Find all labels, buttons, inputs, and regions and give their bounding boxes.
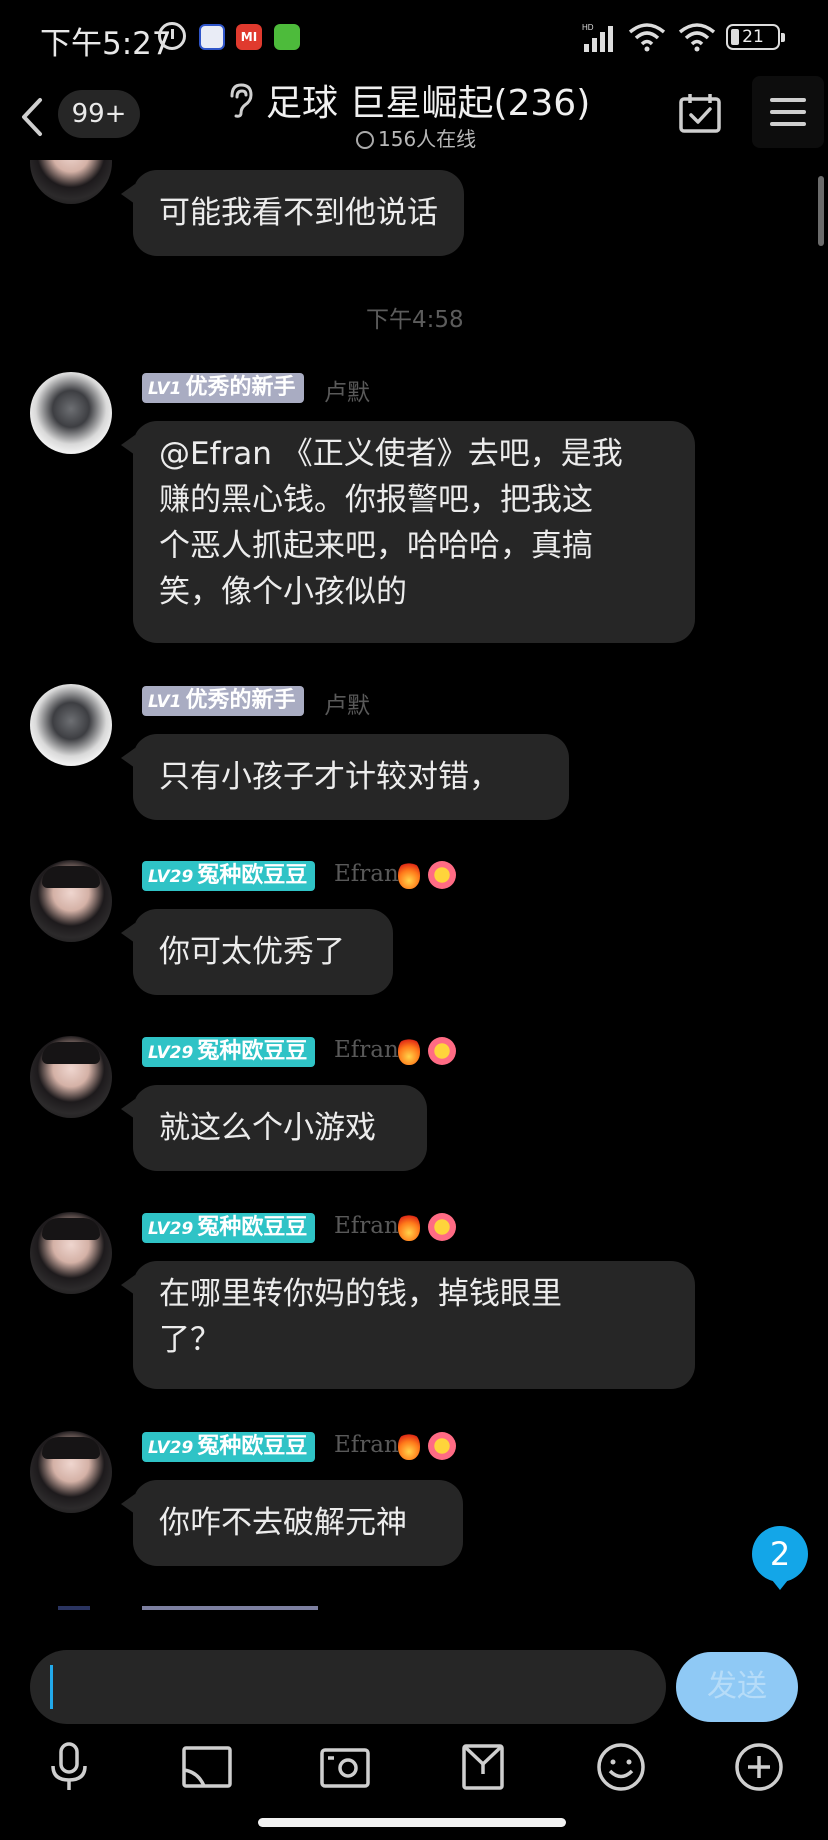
status-time: 下午5:27 xyxy=(40,26,172,62)
level-badge: LV29 冤种欧豆豆 xyxy=(142,1213,316,1243)
emoji-icon[interactable] xyxy=(594,1740,648,1794)
message-text: 你可太优秀了 xyxy=(159,934,345,970)
nickname-decorations xyxy=(398,1037,456,1067)
new-message-count-badge[interactable]: 2 xyxy=(752,1526,808,1590)
message-text: 只有小孩子才计较对错， xyxy=(159,759,500,795)
online-chevron-icon xyxy=(356,131,374,149)
message-bubble[interactable]: 你可太优秀了 xyxy=(121,909,393,995)
sender-nickname[interactable]: Efran xyxy=(334,1213,399,1239)
level-label: LV29 xyxy=(148,1438,194,1458)
message-text: 就这么个小游戏 xyxy=(159,1110,376,1146)
text-caret xyxy=(50,1665,53,1709)
level-title: 冤种欧豆豆 xyxy=(197,1434,308,1459)
sender-nickname[interactable]: 卢默 xyxy=(324,373,370,407)
level-label: LV29 xyxy=(148,867,194,887)
signal-icon: HD xyxy=(582,23,613,52)
level-badge: LV29 冤种欧豆豆 xyxy=(142,1037,316,1067)
gift-bag-icon[interactable] xyxy=(456,1740,510,1794)
level-title: 优秀的新手 xyxy=(185,688,296,713)
image-icon[interactable] xyxy=(180,1740,234,1794)
level-badge: LV29 冤种欧豆豆 xyxy=(142,861,316,891)
message-line: @Efran 《正义使者》去吧，是我 xyxy=(159,436,623,472)
nickname-decorations xyxy=(398,1432,456,1462)
message-bubble[interactable]: @Efran 《正义使者》去吧，是我 赚的黑心钱。你报警吧，把我这 个恶人抓起来… xyxy=(121,421,695,643)
next-message-avatar-peek xyxy=(58,1606,90,1610)
level-label: LV1 xyxy=(148,379,182,399)
wifi-icon xyxy=(628,23,666,52)
menu-icon[interactable] xyxy=(752,76,824,148)
unread-count-pill[interactable]: 99+ xyxy=(58,90,140,138)
flower-emoji-icon xyxy=(428,1037,456,1065)
level-label: LV1 xyxy=(148,692,182,712)
flower-emoji-icon xyxy=(428,1432,456,1460)
plus-icon[interactable] xyxy=(732,1740,786,1794)
back-arrow-icon[interactable] xyxy=(16,96,46,138)
battery-indicator: 21 xyxy=(726,24,785,50)
camera-icon[interactable] xyxy=(318,1740,372,1794)
fire-icon xyxy=(398,1037,420,1065)
microphone-icon[interactable] xyxy=(42,1740,96,1794)
status-bar: 下午5:27 MI HD 21 xyxy=(0,0,828,72)
message-text: 你咋不去破解元神 xyxy=(159,1505,407,1541)
level-badge: LV1 优秀的新手 xyxy=(142,686,304,716)
message-bubble[interactable]: 在哪里转你妈的钱，掉钱眼里 了？ xyxy=(121,1261,695,1389)
level-title: 冤种欧豆豆 xyxy=(197,1215,308,1240)
flower-emoji-icon xyxy=(428,1213,456,1241)
sender-nickname[interactable]: Efran xyxy=(334,1432,399,1458)
level-title: 冤种欧豆豆 xyxy=(197,1039,308,1064)
mi-app-icon: MI xyxy=(236,24,262,50)
ear-icon[interactable] xyxy=(224,82,254,118)
send-button[interactable]: 发送 xyxy=(676,1652,798,1722)
avatar[interactable] xyxy=(30,372,112,454)
android-app-icon xyxy=(274,24,300,50)
group-title[interactable]: 足球 巨星崛起(236) xyxy=(266,74,590,126)
avatar[interactable] xyxy=(30,684,112,766)
sender-nickname[interactable]: 卢默 xyxy=(324,686,370,720)
sender-nickname[interactable]: Efran xyxy=(334,1037,399,1063)
nickname-decorations xyxy=(398,861,456,891)
avatar[interactable] xyxy=(30,1036,112,1118)
wifi-icon-secondary xyxy=(678,23,716,52)
level-label: LV29 xyxy=(148,1219,194,1239)
app-notification-icon xyxy=(199,24,225,50)
message-bubble[interactable]: 只有小孩子才计较对错， xyxy=(121,734,569,820)
next-message-badge-peek xyxy=(142,1606,318,1610)
message-line: 赚的黑心钱。你报警吧，把我这 xyxy=(159,482,593,518)
alarm-icon xyxy=(158,22,186,50)
message-line: 在哪里转你妈的钱，掉钱眼里 xyxy=(159,1276,562,1312)
message-line: 笑，像个小孩似的 xyxy=(159,574,407,610)
message-timestamp: 下午4:58 xyxy=(366,307,464,333)
level-title: 优秀的新手 xyxy=(185,375,296,400)
fire-icon xyxy=(398,1213,420,1241)
avatar[interactable] xyxy=(30,1431,112,1513)
flower-emoji-icon xyxy=(428,861,456,889)
message-bubble[interactable]: 就这么个小游戏 xyxy=(121,1085,427,1171)
nickname-decorations xyxy=(398,1213,456,1243)
message-line: 个恶人抓起来吧，哈哈哈，真搞 xyxy=(159,528,593,564)
message-line: 了？ xyxy=(159,1322,221,1358)
fire-icon xyxy=(398,1432,420,1460)
calendar-check-icon[interactable] xyxy=(678,92,722,134)
scrollbar-thumb[interactable] xyxy=(818,176,824,246)
avatar[interactable] xyxy=(30,1212,112,1294)
composer-toolbar xyxy=(0,1730,828,1800)
online-count-label: 156人在线 xyxy=(378,127,477,151)
level-badge: LV1 优秀的新手 xyxy=(142,373,304,403)
message-bubble[interactable]: 可能我看不到他说话 xyxy=(121,170,464,256)
level-title: 冤种欧豆豆 xyxy=(197,863,308,888)
message-bubble[interactable]: 你咋不去破解元神 xyxy=(121,1480,463,1566)
sender-nickname[interactable]: Efran xyxy=(334,861,399,887)
level-badge: LV29 冤种欧豆豆 xyxy=(142,1432,316,1462)
avatar[interactable] xyxy=(30,860,112,942)
message-input[interactable] xyxy=(30,1650,666,1724)
fire-icon xyxy=(398,861,420,889)
level-label: LV29 xyxy=(148,1043,194,1063)
svg-text:HD: HD xyxy=(582,23,594,32)
online-count[interactable]: 156人在线 xyxy=(356,123,476,152)
message-text: 可能我看不到他说话 xyxy=(159,195,438,231)
home-indicator[interactable] xyxy=(258,1818,566,1827)
